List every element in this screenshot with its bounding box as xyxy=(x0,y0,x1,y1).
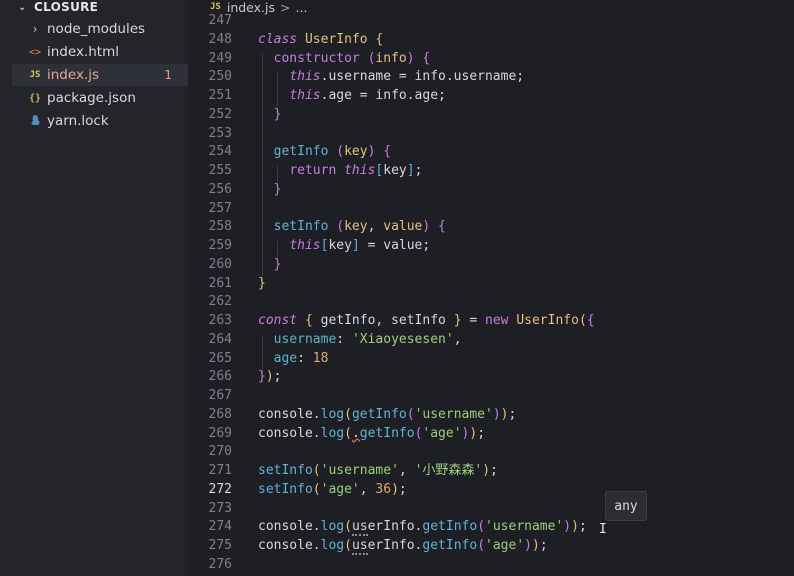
js-file-icon: JS xyxy=(29,70,41,80)
code-line: 254 getInfo (key) { xyxy=(208,144,392,160)
folder-title: CLOSURE xyxy=(34,0,99,14)
tree-item-index-html[interactable]: <> index.html xyxy=(12,41,188,63)
tree-item-package-json[interactable]: {} package.json xyxy=(12,87,188,109)
code-line: 262 xyxy=(208,294,232,310)
explorer-sidebar: ⌄ CLOSURE › node_modules <> index.html J… xyxy=(0,0,188,576)
code-line: 270 xyxy=(208,444,232,460)
js-file-icon: JS xyxy=(210,2,221,12)
tree-item-label: node_modules xyxy=(47,21,146,37)
code-lines: 247 248 class UserInfo { 249 constructor … xyxy=(188,12,794,575)
code-line: 275 console.log(userInfo.getInfo('age')); xyxy=(208,538,548,555)
yarn-icon xyxy=(28,114,42,129)
code-line: 276 xyxy=(208,556,232,572)
code-line: 255 return this[key]; xyxy=(208,163,423,178)
code-line: 266}); xyxy=(208,369,282,385)
code-line: 253 xyxy=(208,125,232,141)
code-line: 273 xyxy=(208,500,232,516)
code-line: 267 xyxy=(208,388,232,403)
html-file-icon: <> xyxy=(28,46,42,58)
code-line: 264 username: 'Xiaoyesesen', xyxy=(208,331,462,347)
tree-item-label: package.json xyxy=(47,90,136,106)
code-line: 265 age: 18 xyxy=(208,350,329,366)
tree-item-label: yarn.lock xyxy=(47,113,109,129)
problem-count-badge: 1 xyxy=(164,68,172,82)
text-cursor-icon: I xyxy=(599,522,607,537)
tree-item-label: index.js xyxy=(47,67,100,83)
code-line: 251 this.age = info.age; xyxy=(208,88,446,103)
tree-item-label: index.html xyxy=(47,44,119,60)
code-line: 271 setInfo('username', '小野森森'); xyxy=(208,463,498,478)
code-line: 269 console.log(.getInfo('age')); xyxy=(208,425,486,441)
explorer-folder-header[interactable]: ⌄ CLOSURE xyxy=(0,0,188,14)
code-line: 252 } xyxy=(208,106,282,122)
code-line: 258 setInfo (key, value) { xyxy=(208,219,446,235)
tree-item-yarn-lock[interactable]: yarn.lock xyxy=(12,110,188,132)
code-line: 261} xyxy=(208,275,266,291)
code-line: 259 this[key] = value; xyxy=(208,238,431,253)
hover-tooltip: any xyxy=(605,491,647,521)
code-line: 257 xyxy=(208,200,232,216)
code-line: 272 setInfo('age', 36); xyxy=(208,481,407,497)
code-line: 249 constructor (info) { xyxy=(208,50,431,66)
tooltip-text: any xyxy=(614,498,638,514)
code-line: 260 } xyxy=(208,256,282,272)
code-line: 263 const { getInfo, setInfo } = new User… xyxy=(208,313,595,328)
chevron-right-icon: › xyxy=(31,22,39,36)
chevron-down-icon: ⌄ xyxy=(18,1,27,13)
code-line: 256 } xyxy=(208,181,282,197)
code-line: 248 class UserInfo { xyxy=(208,31,384,47)
code-line: 247 xyxy=(208,13,232,28)
code-line: 250 this.username = info.username; xyxy=(208,69,525,85)
code-line: 274 console.log(userInfo.getInfo('usernam… xyxy=(208,519,587,537)
json-file-icon: {} xyxy=(28,92,42,104)
tree-item-index-js[interactable]: JS index.js 1 xyxy=(12,64,188,86)
code-editor[interactable]: JS index.js > ... 247 248 class UserInfo … xyxy=(188,0,794,576)
code-line: 268 console.log(getInfo('username')); xyxy=(208,406,517,422)
tree-item-node-modules[interactable]: › node_modules xyxy=(12,18,188,40)
